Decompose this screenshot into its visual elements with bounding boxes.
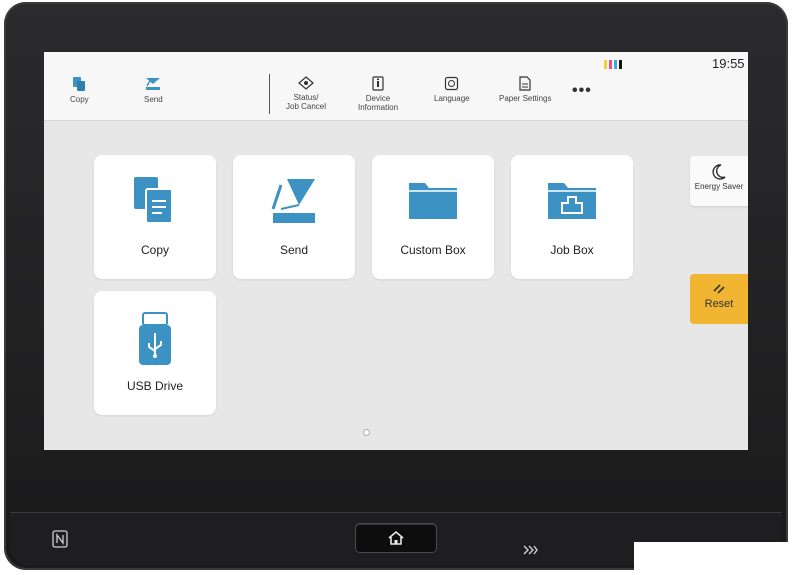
home-icon xyxy=(388,530,404,545)
shortcut-copy[interactable]: Copy xyxy=(70,76,89,104)
status-eye-icon xyxy=(298,76,314,90)
reset-slash-icon xyxy=(713,284,725,294)
tile-custom-box-label: Custom Box xyxy=(400,243,466,257)
tile-job-box[interactable]: Job Box xyxy=(511,155,633,279)
energy-saver-label: Energy Saver xyxy=(694,182,744,191)
top-bar: Copy Send Status/ Job Cancel Device Info… xyxy=(44,52,748,121)
send-icon xyxy=(146,78,161,90)
paper-settings-button[interactable]: Paper Settings xyxy=(499,76,551,103)
clock: 19:55 xyxy=(712,56,745,71)
blank-area xyxy=(634,542,794,575)
home-button[interactable] xyxy=(356,524,436,552)
language-label: Language xyxy=(434,94,470,103)
touch-screen: Copy Send Status/ Job Cancel Device Info… xyxy=(44,52,748,450)
status-label-line2: Job Cancel xyxy=(286,102,327,111)
device-info-label-line2: Information xyxy=(358,103,399,112)
moon-icon xyxy=(712,164,726,180)
tile-copy-label: Copy xyxy=(140,243,169,257)
send-icon xyxy=(271,179,315,223)
device-information-button[interactable]: Device Information xyxy=(358,76,398,112)
reset-label: Reset xyxy=(704,298,734,310)
device-info-icon xyxy=(372,76,384,91)
paper-settings-icon xyxy=(519,76,531,91)
energy-saver-button[interactable]: Energy Saver xyxy=(690,156,748,206)
copy-icon xyxy=(134,177,173,224)
tile-copy[interactable]: Copy xyxy=(94,155,216,279)
tile-job-box-label: Job Box xyxy=(550,243,594,257)
shortcut-send-label: Send xyxy=(144,95,163,104)
tile-send[interactable]: Send xyxy=(233,155,355,279)
toner-level-indicator xyxy=(604,60,622,69)
toner-magenta xyxy=(609,60,612,69)
toner-black xyxy=(619,60,622,69)
copy-icon xyxy=(73,77,86,91)
topbar-divider xyxy=(269,74,270,114)
usb-drive-icon xyxy=(139,312,171,365)
tile-send-label: Send xyxy=(279,243,309,257)
nfc-icon xyxy=(52,530,68,548)
more-menu-button[interactable]: ••• xyxy=(572,82,592,100)
language-icon xyxy=(445,76,459,91)
job-box-folder-icon xyxy=(548,183,596,219)
device-info-label-line1: Device xyxy=(365,94,391,103)
folder-icon xyxy=(409,183,457,219)
chevrons-right-icon xyxy=(523,545,538,555)
status-job-cancel-button[interactable]: Status/ Job Cancel xyxy=(286,76,326,111)
page-indicator-dot xyxy=(363,429,370,436)
shortcut-send[interactable]: Send xyxy=(144,76,163,104)
language-button[interactable]: Language xyxy=(434,76,470,103)
paper-settings-label: Paper Settings xyxy=(499,94,552,103)
tile-usb-drive[interactable]: USB Drive xyxy=(94,291,216,415)
toner-yellow xyxy=(604,60,607,69)
tile-usb-drive-label: USB Drive xyxy=(126,379,183,393)
reset-button[interactable]: Reset xyxy=(690,274,748,324)
shortcut-copy-label: Copy xyxy=(70,95,89,104)
toner-cyan xyxy=(614,60,617,69)
tile-custom-box[interactable]: Custom Box xyxy=(372,155,494,279)
status-label-line1: Status/ xyxy=(293,93,319,102)
